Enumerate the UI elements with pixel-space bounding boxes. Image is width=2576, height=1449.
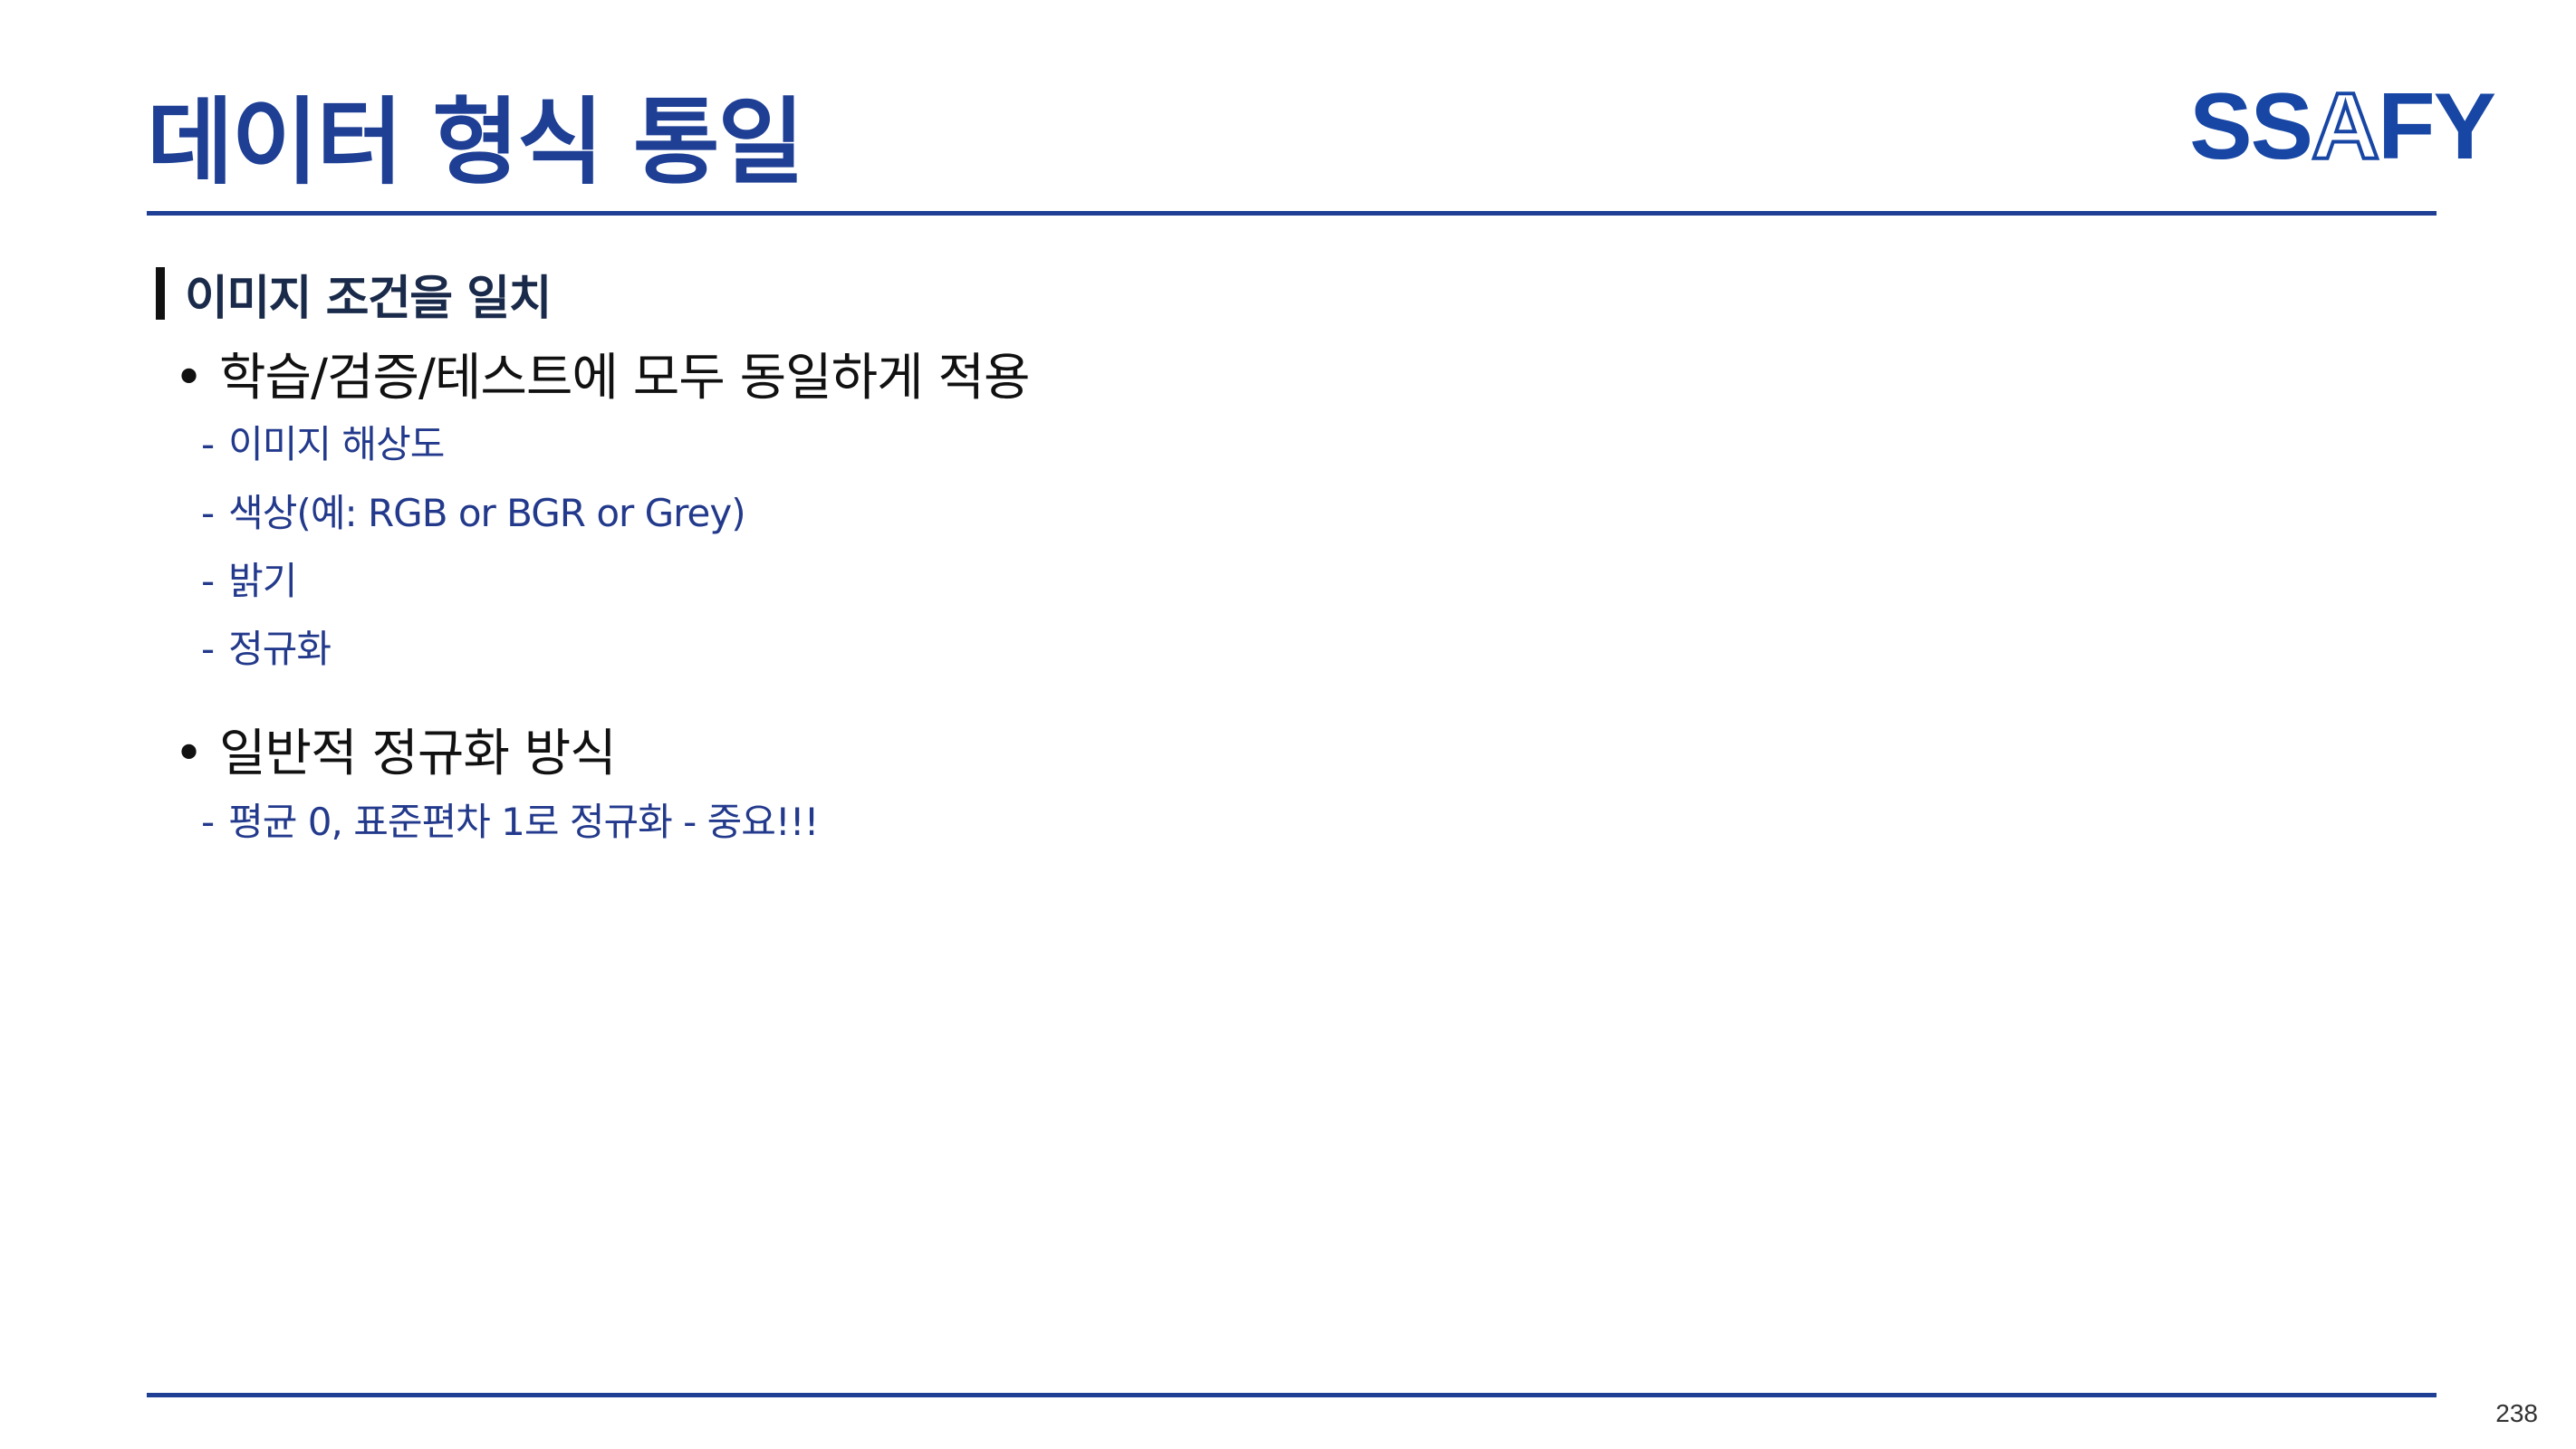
sub-item-text: 이미지 해상도: [228, 422, 445, 466]
bullet-marker: •: [174, 724, 204, 783]
bullet-marker: •: [174, 349, 204, 408]
sub-item: - 정규화: [201, 627, 332, 672]
sub-item-marker: -: [201, 559, 215, 603]
logo-part-1: SS: [2189, 74, 2313, 179]
logo-part-3: FY: [2378, 74, 2496, 179]
sub-item-text: 색상(예: RGB or BGR or Grey): [228, 491, 745, 535]
slide-title: 데이터 형식 통일: [147, 87, 804, 197]
ssafy-logo: SSAFY: [2189, 78, 2496, 176]
bullet-text: 학습/검증/테스트에 모두 동일하게 적용: [219, 349, 1030, 408]
sub-item: - 색상(예: RGB or BGR or Grey): [201, 491, 746, 536]
sub-item-marker: -: [201, 800, 215, 844]
sub-item-marker: -: [201, 627, 215, 671]
section-bar-marker: [156, 267, 165, 320]
sub-item-text: 밝기: [228, 559, 297, 603]
title-divider: [147, 211, 2437, 216]
bullet-item: • 학습/검증/테스트에 모두 동일하게 적용: [174, 348, 1031, 408]
sub-item: - 이미지 해상도: [201, 422, 445, 467]
sub-item-marker: -: [201, 422, 215, 466]
bullet-text: 일반적 정규화 방식: [219, 724, 617, 783]
footer-divider: [147, 1393, 2437, 1397]
sub-item-text: 정규화: [228, 627, 332, 671]
sub-item-marker: -: [201, 491, 215, 535]
sub-item: - 평균 0, 표준편차 1로 정규화 - 중요!!!: [201, 800, 819, 845]
page-number: 238: [2495, 1399, 2538, 1427]
logo-part-2: A: [2310, 74, 2381, 179]
section-heading: 이미지 조건을 일치: [156, 264, 552, 326]
sub-item-text: 평균 0, 표준편차 1로 정규화 - 중요!!!: [228, 800, 819, 844]
section-heading-text: 이미지 조건을 일치: [185, 271, 552, 326]
sub-item: - 밝기: [201, 559, 297, 604]
bullet-item: • 일반적 정규화 방식: [174, 724, 617, 784]
